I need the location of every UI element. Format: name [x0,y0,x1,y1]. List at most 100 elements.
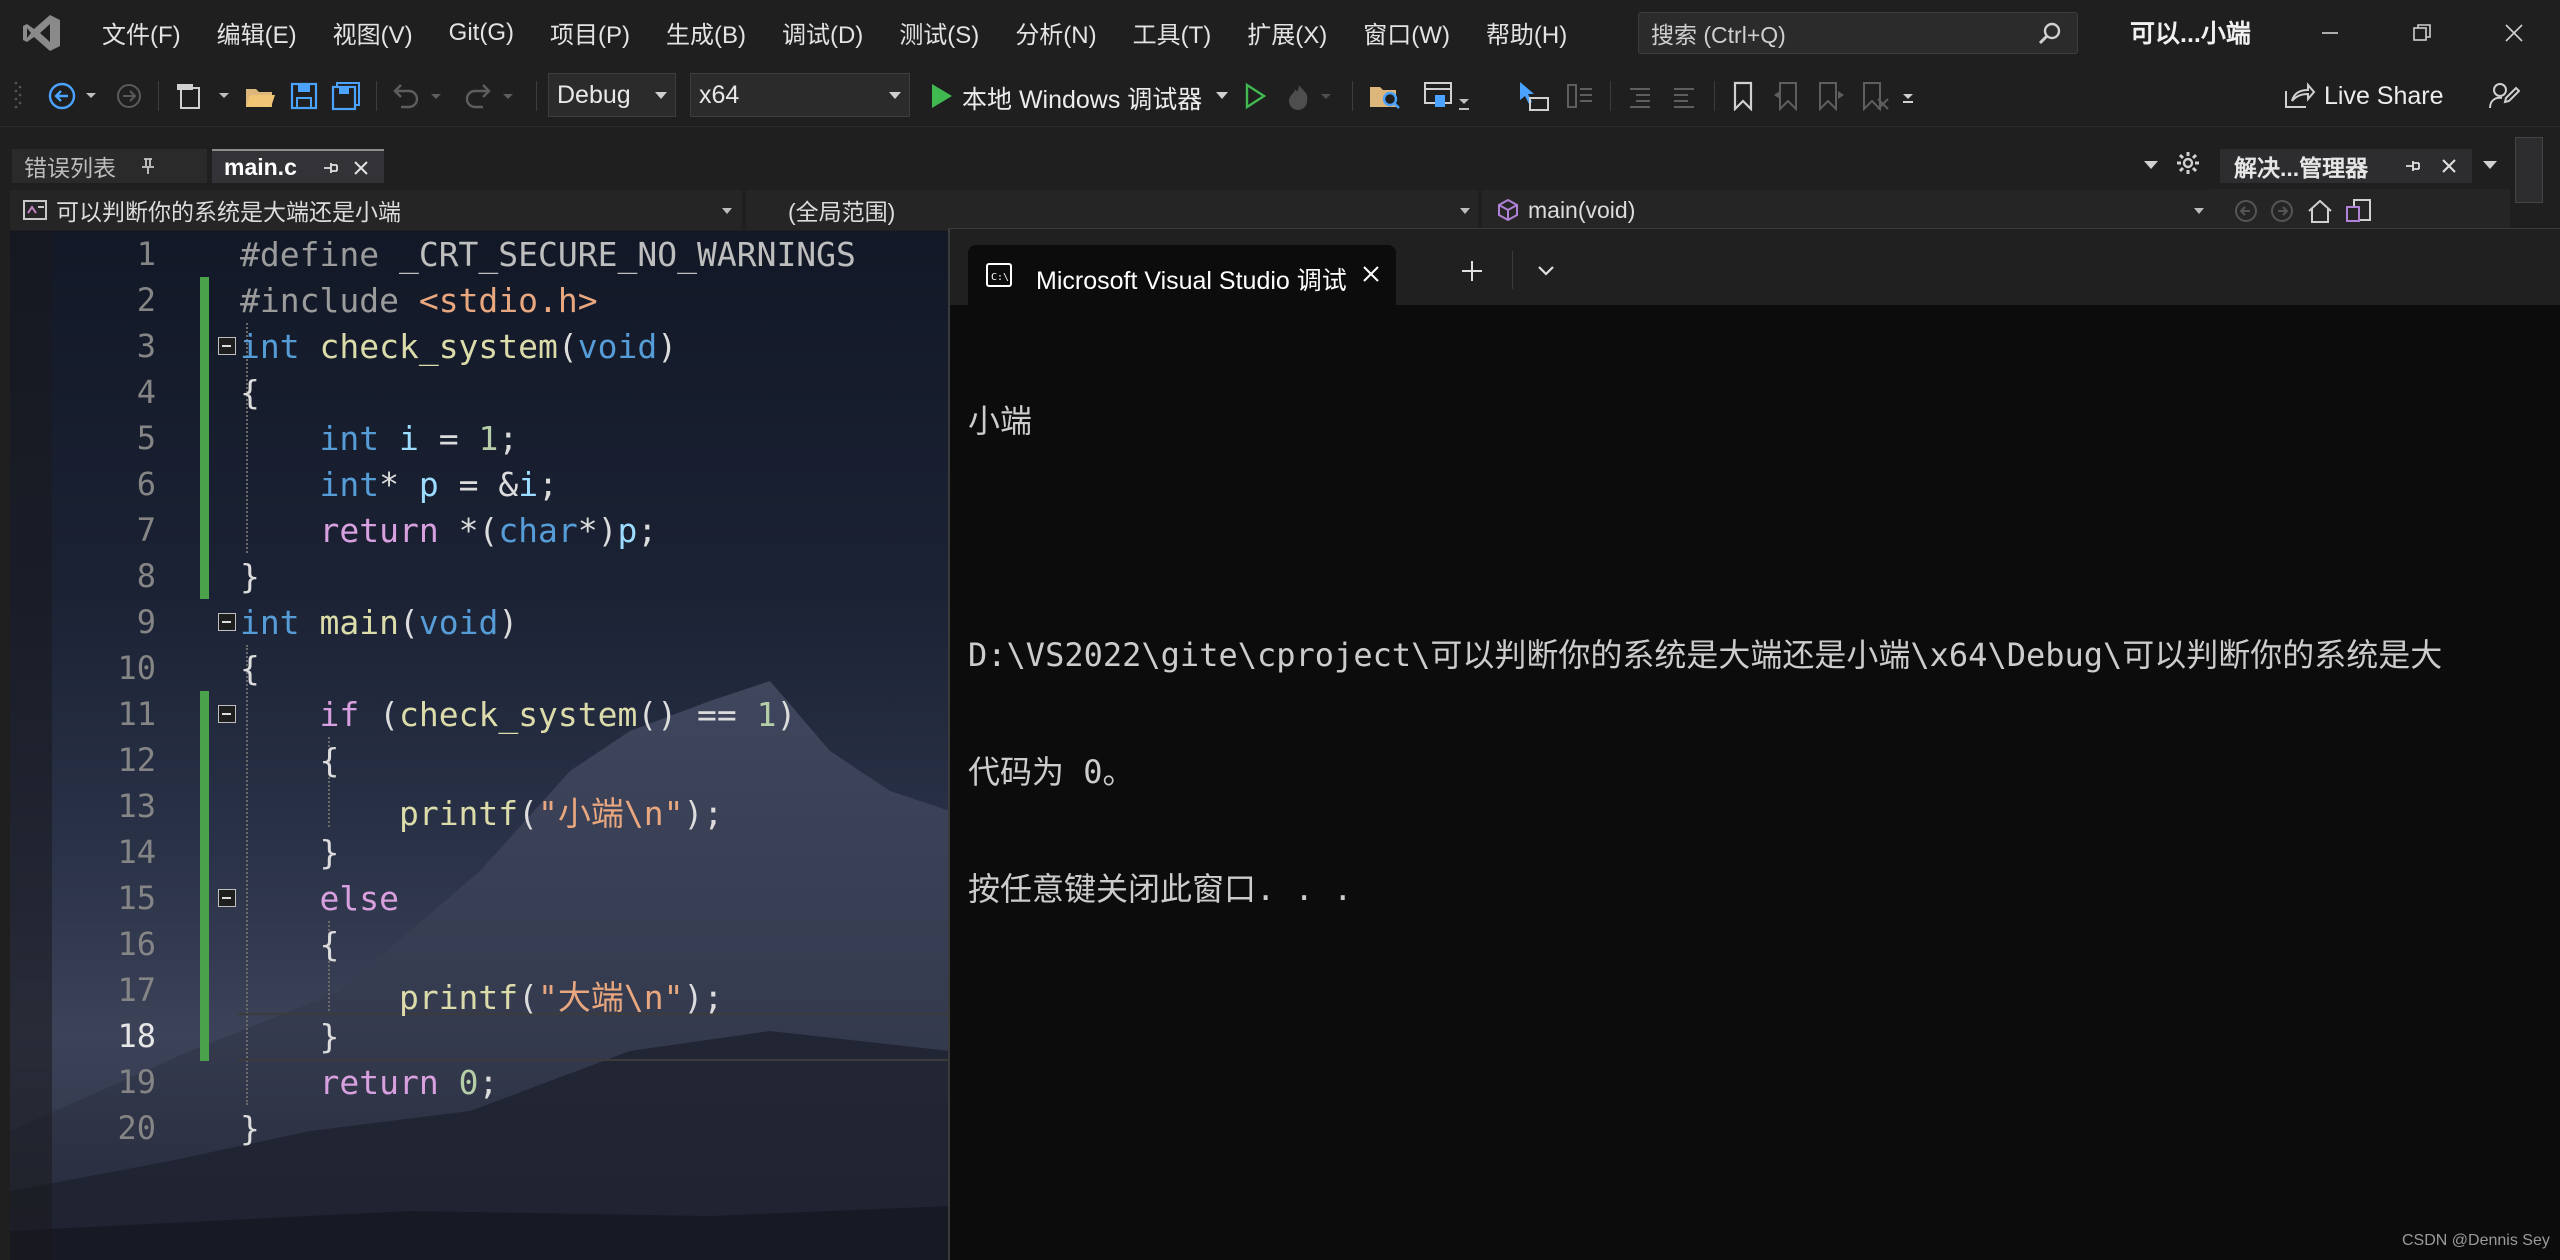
start-without-debugging-button[interactable] [1238,77,1272,115]
code-text: #define _CRT_SECURE_NO_WARNINGS [240,235,856,274]
line-number: 4 [136,373,156,411]
collapse-region-icon[interactable] [218,337,236,355]
debug-console-window[interactable]: C:\ Microsoft Visual Studio 调试 小端 D:\VS2… [948,228,2560,1260]
menu-project[interactable]: 项目(P) [532,9,648,57]
solution-configuration-select[interactable]: Debug [548,73,676,117]
close-window-button[interactable] [2484,10,2544,56]
code-text: int i = 1; [319,419,519,458]
feedback-button[interactable] [2484,77,2524,115]
home-icon[interactable] [2306,197,2334,225]
line-number: 1 [136,235,156,273]
project-scope-select[interactable]: 可以判断你的系统是大端还是小端 [10,190,742,230]
menu-extensions[interactable]: 扩展(X) [1229,9,1345,57]
bookmark-prev-icon [1774,82,1797,111]
save-all-button[interactable] [328,77,364,115]
toolbar-overflow-button[interactable] [1898,77,1918,115]
format-document-button[interactable] [1560,77,1598,115]
visual-studio-logo-icon[interactable] [20,11,64,55]
redo-button[interactable] [460,77,524,115]
menu-tools[interactable]: 工具(T) [1115,9,1230,57]
vertical-side-tab[interactable] [2515,137,2543,203]
forward-arrow-icon[interactable] [2270,199,2294,223]
close-icon[interactable] [2440,157,2458,175]
close-icon[interactable] [1358,261,1384,287]
back-arrow-icon[interactable] [2234,199,2258,223]
chevron-down-icon[interactable] [2482,159,2498,171]
console-icon: C:\ [986,263,1012,287]
document-tab-strip: 错误列表 main.c [0,127,2560,183]
comment-lines-button[interactable] [1622,77,1658,115]
code-editor[interactable]: 1 #define _CRT_SECURE_NO_WARNINGS 2 #inc… [10,231,950,1260]
switch-views-icon[interactable] [2344,197,2374,225]
live-share-button[interactable]: Live Share [2282,77,2444,115]
menu-debug[interactable]: 调试(D) [764,9,881,57]
type-scope-select[interactable]: (全局范围) [746,190,1478,230]
next-bookmark-button[interactable] [1814,77,1848,115]
select-element-button[interactable] [1514,77,1552,115]
search-input[interactable]: 搜索 (Ctrl+Q) [1638,12,2078,54]
menu-view[interactable]: 视图(V) [315,9,431,57]
start-debugging-button[interactable] [924,77,958,115]
line-number: 15 [117,879,156,917]
pin-icon[interactable] [322,159,340,177]
restore-button[interactable] [2392,10,2452,56]
terminal-tab[interactable]: C:\ Microsoft Visual Studio 调试 [968,245,1396,305]
tab-solution-explorer[interactable]: 解决...管理器 [2220,149,2472,183]
collapse-region-icon[interactable] [218,889,236,907]
code-text: else [319,879,399,918]
open-file-button[interactable] [242,77,278,115]
save-button[interactable] [286,77,322,115]
run-target-dropdown[interactable] [1212,77,1232,115]
gear-icon[interactable] [2176,151,2200,175]
find-in-files-button[interactable] [1366,77,1404,115]
code-line-10: 10 { [10,645,950,691]
pin-icon[interactable] [2404,157,2422,175]
tab-main-c[interactable]: main.c [212,149,384,183]
watermark: CSDN @Dennis Sey [2402,1232,2550,1249]
hot-reload-button[interactable] [1282,77,1340,115]
tab-error-list[interactable]: 错误列表 [12,149,207,183]
new-project-button[interactable] [172,77,236,115]
menu-window[interactable]: 窗口(W) [1345,9,1468,57]
solution-explorer-title: 解决...管理器 [2234,155,2369,181]
new-tab-plus-icon[interactable] [1458,257,1486,285]
menu-test[interactable]: 测试(S) [881,9,997,57]
member-scope-select[interactable]: main(void) [1482,190,2210,230]
code-line-1: 1 #define _CRT_SECURE_NO_WARNINGS [10,231,950,277]
toggle-bookmark-button[interactable] [1726,77,1760,115]
navigate-back-button[interactable] [44,77,104,115]
run-target-label[interactable]: 本地 Windows 调试器 [962,80,1202,116]
tab-error-list-label: 错误列表 [24,155,116,181]
menu-analyze[interactable]: 分析(N) [997,9,1114,57]
collapse-region-icon[interactable] [218,705,236,723]
pin-icon[interactable] [140,157,156,175]
menu-edit[interactable]: 编辑(E) [199,9,315,57]
menu-file[interactable]: 文件(F) [84,9,199,57]
undo-button[interactable] [388,77,452,115]
toolbar-separator [158,81,159,111]
menu-help[interactable]: 帮助(H) [1468,9,1585,57]
line-number: 2 [136,281,156,319]
solution-platform-select[interactable]: x64 [690,73,910,117]
clear-bookmarks-button[interactable] [1858,77,1892,115]
line-number: 17 [117,971,156,1009]
project-icon [23,200,47,220]
menu-bar: 文件(F) 编辑(E) 视图(V) Git(G) 项目(P) 生成(B) 调试(… [0,0,2560,65]
collapse-region-icon[interactable] [218,613,236,631]
navigation-bar: 可以判断你的系统是大端还是小端 (全局范围) main(void) [10,190,2210,230]
window-layout-button[interactable] [1420,77,1478,115]
code-text: { [240,649,260,688]
menu-git[interactable]: Git(G) [431,9,532,57]
navigate-forward-button[interactable] [112,77,146,115]
console-line: 按任意键关闭此窗口. . . [968,870,1353,908]
uncomment-lines-button[interactable] [1666,77,1702,115]
chevron-down-icon[interactable] [1534,261,1558,281]
close-icon[interactable] [352,159,370,177]
code-line-4: 4 { [10,369,950,415]
previous-bookmark-button[interactable] [1770,77,1804,115]
menu-build[interactable]: 生成(B) [648,9,764,57]
line-number: 20 [117,1109,156,1147]
toolbar-separator [1352,81,1353,111]
minimize-button[interactable] [2300,10,2360,56]
tab-list-dropdown-icon[interactable] [2143,159,2159,171]
